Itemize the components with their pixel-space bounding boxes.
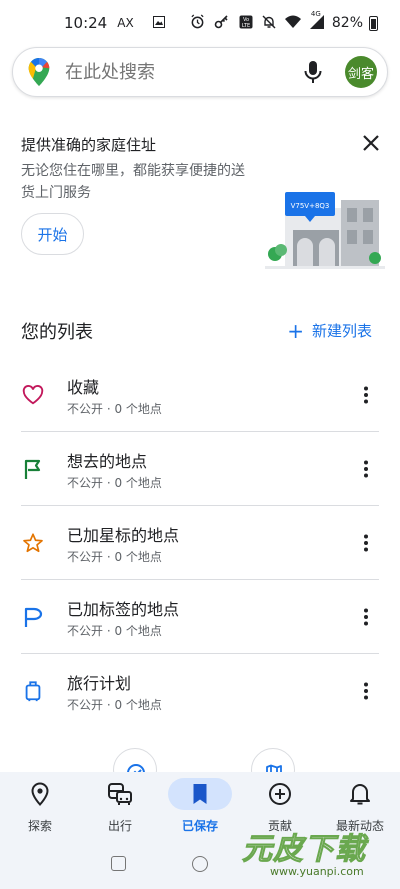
list-item-favorites[interactable]: 收藏 不公开 · 0 个地点: [0, 358, 400, 432]
new-list-label: 新建列表: [311, 322, 372, 340]
close-icon[interactable]: [360, 132, 382, 154]
list-item-travel-plans[interactable]: 旅行计划 不公开 · 0 个地点: [0, 654, 400, 728]
commute-icon: [108, 783, 132, 805]
bookmark-icon: [193, 784, 207, 804]
add-circle-icon: [269, 783, 291, 805]
list-item-title: 想去的地点: [67, 452, 148, 471]
nav-icon-container: [88, 778, 152, 810]
more-vert-icon[interactable]: [356, 681, 376, 701]
key-icon: [214, 14, 230, 32]
status-ax-label: AX: [117, 16, 134, 30]
more-vert-icon[interactable]: [356, 385, 376, 405]
mute-bell-icon: [262, 15, 276, 32]
nav-icon-container: [328, 778, 392, 810]
recents-button[interactable]: [111, 856, 126, 871]
search-bar[interactable]: 剑客: [12, 47, 388, 97]
more-vert-icon[interactable]: [356, 533, 376, 553]
list-item-title: 旅行计划: [67, 674, 132, 693]
more-vert-icon[interactable]: [356, 459, 376, 479]
watermark-url: www.yuanpi.com: [270, 865, 364, 878]
nav-icon-container: [8, 778, 72, 810]
list-item-want-to-go[interactable]: 想去的地点 不公开 · 0 个地点: [0, 432, 400, 506]
microphone-icon[interactable]: [303, 60, 323, 84]
list-item-labeled[interactable]: 已加标签的地点 不公开 · 0 个地点: [0, 580, 400, 654]
list-item-subtitle: 不公开 · 0 个地点: [67, 698, 162, 712]
list-item-starred[interactable]: 已加星标的地点 不公开 · 0 个地点: [0, 506, 400, 580]
suitcase-icon: [25, 681, 41, 702]
google-maps-logo-icon: [28, 57, 50, 87]
list-item-title: 已加星标的地点: [67, 526, 180, 545]
network-type-label: 4G: [310, 9, 321, 18]
nav-icon-container: [248, 778, 312, 810]
nav-label: 已保存: [181, 819, 218, 833]
battery-icon: [369, 15, 378, 31]
nav-explore[interactable]: 探索: [0, 772, 80, 840]
search-input[interactable]: [65, 61, 303, 83]
list-item-subtitle: 不公开 · 0 个地点: [67, 476, 162, 490]
saved-lists: 收藏 不公开 · 0 个地点 想去的地点 不公开 · 0 个地点 已加星标的地点…: [0, 358, 400, 728]
account-avatar[interactable]: 剑客: [345, 56, 377, 88]
watermark-logo-text: 元皮下载: [242, 832, 366, 868]
house-address-illustration: V75V+8Q3: [265, 192, 385, 269]
promo-title: 提供准确的家庭住址: [21, 136, 157, 154]
promo-start-button[interactable]: 开始: [21, 213, 84, 255]
home-address-promo-card: 提供准确的家庭住址 无论您住在哪里，都能获享便捷的送货上门服务 开始 V75V+…: [0, 112, 400, 272]
nav-label: 出行: [107, 819, 132, 833]
location-pin-icon: [31, 782, 49, 806]
illustration-plus-code: V75V+8Q3: [291, 202, 330, 210]
list-item-title: 已加标签的地点: [67, 600, 180, 619]
alarm-icon: [190, 14, 205, 32]
your-lists-heading: 您的列表: [21, 322, 93, 343]
home-button[interactable]: [192, 856, 208, 872]
wifi-icon: [284, 15, 301, 31]
nav-icon-container: [168, 778, 232, 810]
status-time: 10:24: [64, 14, 108, 32]
star-icon: [23, 533, 43, 553]
list-item-subtitle: 不公开 · 0 个地点: [67, 624, 162, 638]
svg-text:LTE: LTE: [242, 23, 250, 29]
nav-saved[interactable]: 已保存: [160, 772, 240, 840]
list-item-subtitle: 不公开 · 0 个地点: [67, 402, 162, 416]
new-list-button[interactable]: + 新建列表: [287, 320, 372, 341]
cell-signal-icon: 4G: [309, 10, 324, 32]
label-flag-icon: [24, 607, 43, 627]
list-item-title: 收藏: [67, 378, 100, 397]
image-notification-icon: [152, 15, 165, 31]
flag-icon: [24, 459, 41, 479]
bell-icon: [350, 784, 370, 805]
list-item-subtitle: 不公开 · 0 个地点: [67, 550, 162, 564]
watermark: 元皮下载 www.yuanpi.com: [236, 820, 396, 880]
nav-label: 探索: [27, 819, 52, 833]
promo-body: 无论您住在哪里，都能获享便捷的送货上门服务: [21, 163, 245, 201]
heart-icon: [22, 385, 44, 405]
more-vert-icon[interactable]: [356, 607, 376, 627]
battery-percent: 82%: [331, 15, 363, 31]
volte-icon: Vo LTE: [239, 15, 253, 32]
plus-icon: +: [287, 318, 304, 343]
nav-commute[interactable]: 出行: [80, 772, 160, 840]
status-bar: 10:24 AX Vo LTE 4G 82%: [0, 0, 400, 46]
